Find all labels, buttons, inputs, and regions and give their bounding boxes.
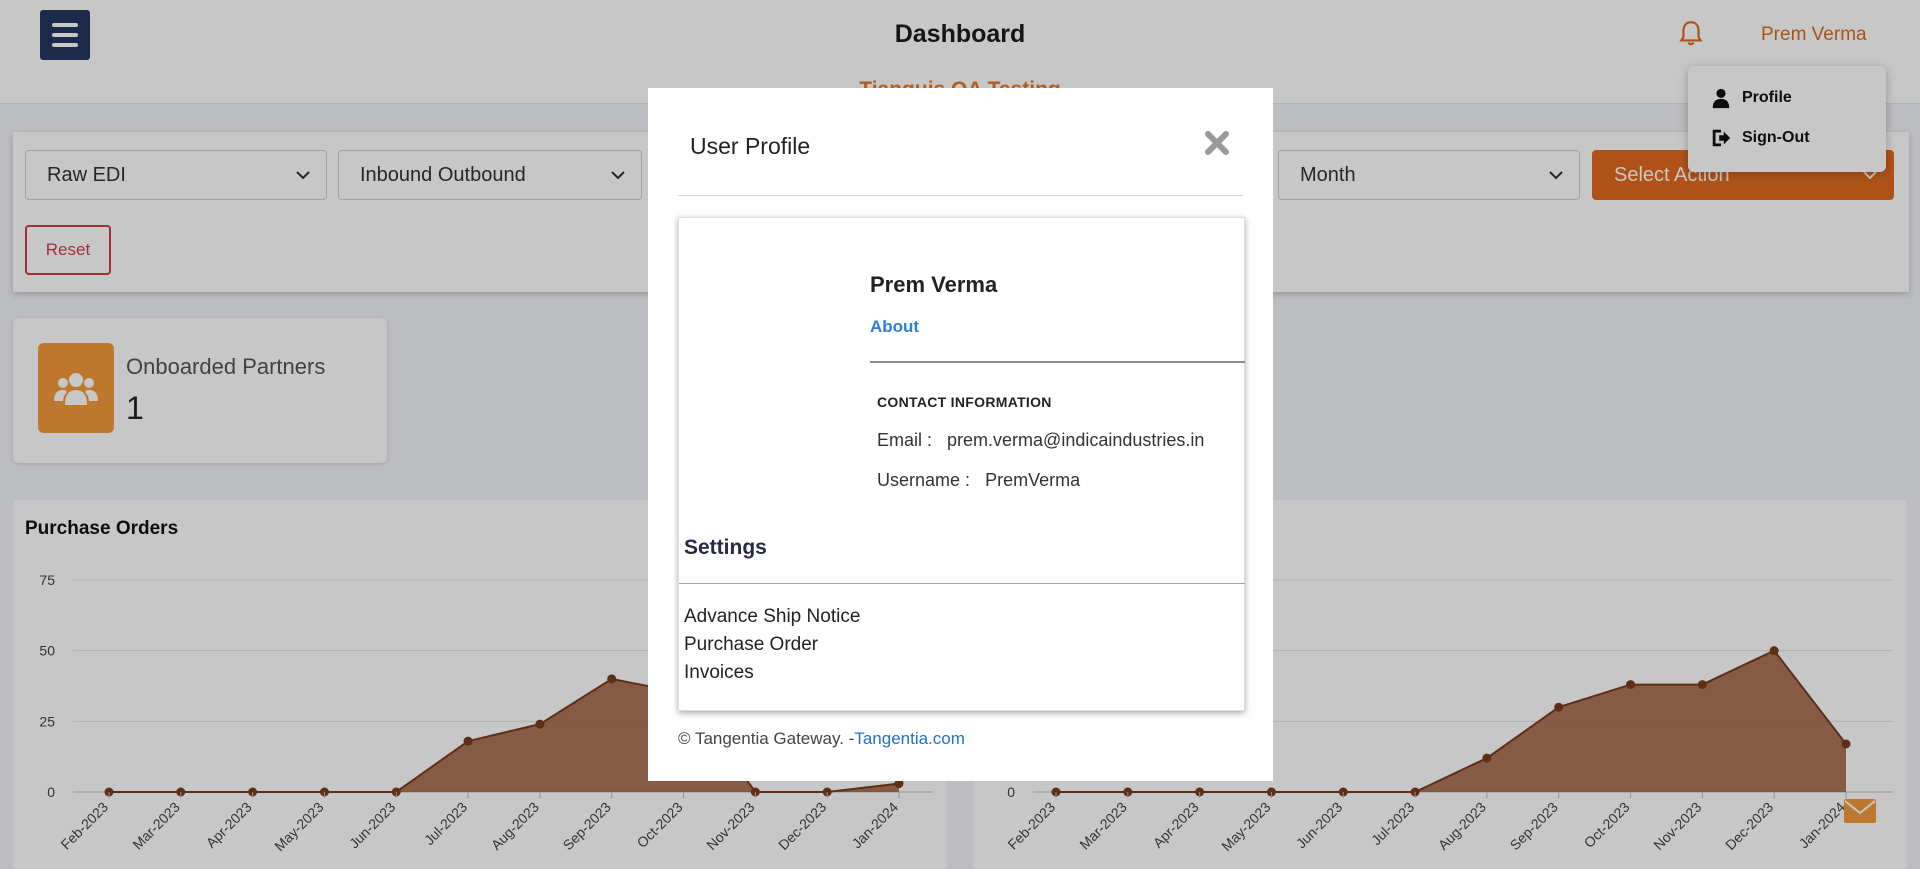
settings-link-asn[interactable]: Advance Ship Notice — [684, 606, 860, 628]
user-profile-modal: User Profile Prem Verma About CONTACT IN… — [648, 88, 1273, 781]
divider — [679, 583, 1245, 584]
username-label: Username : — [877, 470, 971, 490]
modal-footer: © Tangentia Gateway. -Tangentia.com — [678, 729, 965, 749]
about-link[interactable]: About — [870, 317, 919, 337]
modal-divider — [678, 195, 1243, 196]
email-value: prem.verma@indicaindustries.in — [947, 430, 1205, 450]
close-icon[interactable] — [1200, 126, 1234, 160]
settings-heading: Settings — [684, 536, 767, 559]
footer-copyright: © Tangentia Gateway. - — [678, 729, 855, 748]
username-value: PremVerma — [985, 470, 1081, 490]
settings-link-invoices[interactable]: Invoices — [684, 662, 754, 684]
email-label: Email : — [877, 430, 933, 450]
username-row: Username : PremVerma — [877, 470, 1080, 491]
footer-link[interactable]: Tangentia.com — [854, 729, 965, 748]
contact-heading: CONTACT INFORMATION — [877, 394, 1052, 410]
email-row: Email : prem.verma@indicaindustries.in — [877, 430, 1204, 451]
divider — [870, 361, 1245, 363]
settings-link-purchase-order[interactable]: Purchase Order — [684, 634, 818, 656]
modal-title: User Profile — [690, 133, 811, 159]
profile-name: Prem Verma — [870, 272, 998, 297]
profile-card: Prem Verma About CONTACT INFORMATION Ema… — [678, 217, 1245, 711]
